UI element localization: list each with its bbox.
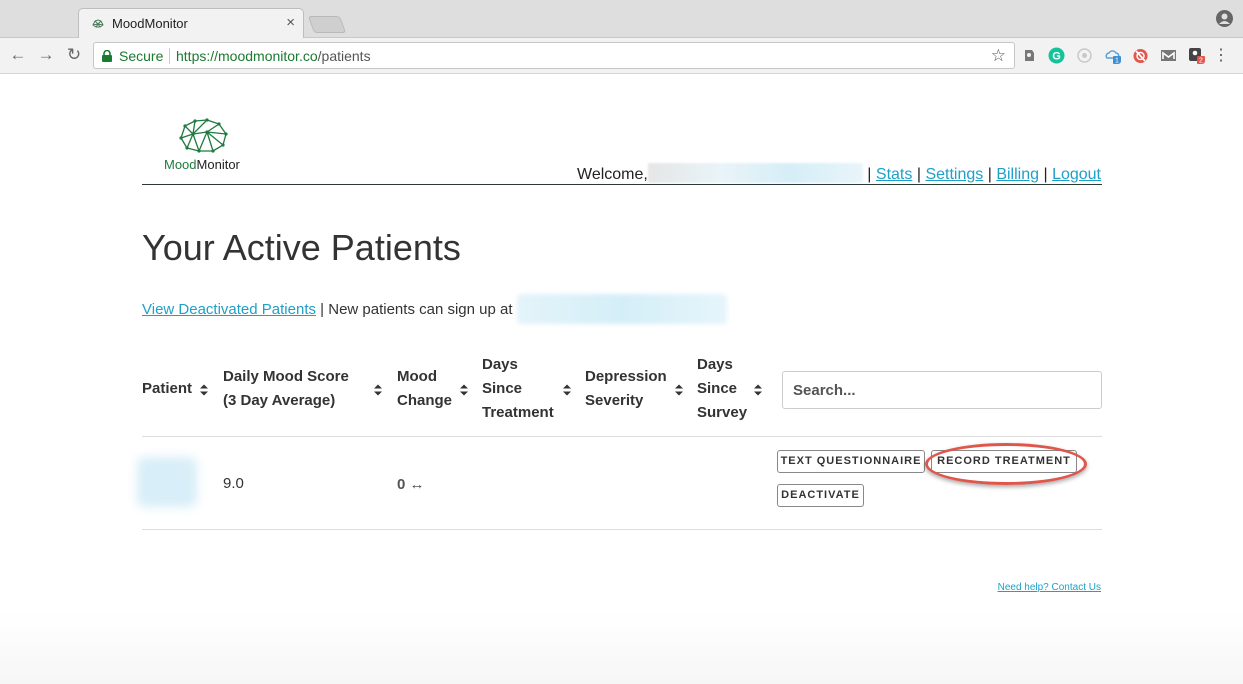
settings-link[interactable]: Settings [925,166,983,183]
nav-separator: | [916,166,921,183]
patients-subline: View Deactivated Patients | New patients… [142,294,727,324]
contact-help-link[interactable]: Need help? Contact Us [998,582,1101,593]
redacted-signup-url [516,294,727,324]
text-questionnaire-button[interactable]: TEXT QUESTIONNAIRE [777,450,925,473]
new-tab-button[interactable] [307,16,347,33]
logout-link[interactable]: Logout [1052,166,1101,183]
record-treatment-button[interactable]: RECORD TREATMENT [931,450,1077,473]
mood-change-cell: 0 ↔ [397,476,425,493]
browser-toolbar: ← → ↻ Secure https://moodmonitor.co/pati… [0,38,1243,74]
page-content: MoodMonitor Welcome, | Stats | Settings … [0,75,1243,684]
brand-name-monitor: Monitor [196,157,240,172]
tab-title: MoodMonitor [112,16,188,31]
url-text[interactable]: https://moodmonitor.co/patients [176,48,371,64]
header-days-treatment-line2: Since [482,380,523,397]
header-days-survey-line3: Survey [697,404,748,421]
browser-tab[interactable]: MoodMonitor × [78,8,304,39]
brain-favicon-icon [92,19,104,28]
sort-icon[interactable] [753,383,763,397]
header-days-survey-line2: Since [697,380,738,397]
sort-icon[interactable] [199,383,209,397]
header-daily-mood[interactable]: Daily Mood Score (3 Day Average) [223,365,349,413]
header-daily-mood-line1: Daily Mood Score [223,368,349,385]
view-deactivated-link[interactable]: View Deactivated Patients [142,301,316,318]
gmail-icon[interactable] [1160,47,1177,64]
sort-icon[interactable] [562,383,572,397]
signup-text: | New patients can sign up at [316,301,517,318]
grammarly-icon[interactable]: G [1048,47,1065,64]
profile-icon[interactable] [1216,10,1233,27]
sort-icon[interactable] [459,383,469,397]
forward-arrow-icon[interactable]: → [36,45,56,65]
cloud-badge: 1 [1115,58,1119,65]
header-days-treatment-line3: Treatment [482,404,554,421]
header-days-treatment-line1: Days [482,356,518,373]
header-mood-change-line2: Change [397,392,453,409]
header-days-since-treatment[interactable]: Days Since Treatment [482,353,554,425]
patient-search-input[interactable] [782,371,1102,409]
nav-separator: | [987,166,992,183]
evernote-icon[interactable] [1021,47,1038,64]
url-origin: https://moodmonitor.co [176,48,318,64]
welcome-text: Welcome, [577,166,648,183]
secure-label: Secure [119,48,164,64]
omnibox-divider [169,48,170,64]
tab-close-icon[interactable]: × [286,14,295,31]
header-daily-mood-line2: (3 Day Average) [223,392,336,409]
blocker-icon[interactable] [1132,47,1149,64]
cloud-sync-icon[interactable]: 1 [1104,47,1121,64]
nav-separator: | [1043,166,1048,183]
address-bar[interactable]: Secure https://moodmonitor.co/patients ☆ [93,42,1015,69]
profile-switcher-icon[interactable]: 2 [1188,47,1205,64]
redacted-username [647,163,863,183]
switcher-badge: 2 [1199,58,1203,65]
bookmark-star-icon[interactable]: ☆ [991,46,1006,66]
svg-text:G: G [1052,51,1061,63]
back-arrow-icon[interactable]: ← [8,45,28,65]
table-header-divider [142,436,1102,437]
stats-link[interactable]: Stats [876,166,912,183]
header-patient[interactable]: Patient [142,377,192,401]
header-depression-line1: Depression [585,368,667,385]
page-title: Your Active Patients [142,227,461,268]
billing-link[interactable]: Billing [996,166,1039,183]
brain-logo-icon [179,118,228,153]
reload-icon[interactable]: ↻ [64,45,84,65]
sort-icon[interactable] [674,383,684,397]
header-days-since-survey[interactable]: Days Since Survey [697,353,747,425]
mood-score-cell: 9.0 [223,475,244,492]
nav-separator: | [867,166,872,183]
left-right-arrow-icon: ↔ [409,476,425,493]
browser-menu-icon[interactable]: ⋮ [1213,46,1229,66]
mood-change-value: 0 [397,476,406,493]
header-divider [142,184,1102,185]
header-depression-line2: Severity [585,392,644,409]
disabled-extension-icon[interactable] [1076,47,1093,64]
brand-name-mood: Mood [164,157,197,172]
sort-icon[interactable] [373,383,383,397]
header-days-survey-line1: Days [697,356,733,373]
brand[interactable]: MoodMonitor [160,118,250,178]
brand-name: MoodMonitor [164,157,240,172]
browser-tabstrip: MoodMonitor × [0,0,1243,39]
lock-icon [102,50,112,62]
table-row-divider [142,529,1102,530]
deactivate-button[interactable]: DEACTIVATE [777,484,864,507]
user-nav: Welcome, | Stats | Settings | Billing | … [577,163,1101,184]
header-depression-severity[interactable]: Depression Severity [585,365,667,413]
header-mood-change[interactable]: Mood Change [397,365,452,413]
header-mood-change-line1: Mood [397,368,437,385]
redacted-patient-name [137,457,197,507]
url-path: /patients [317,48,371,64]
